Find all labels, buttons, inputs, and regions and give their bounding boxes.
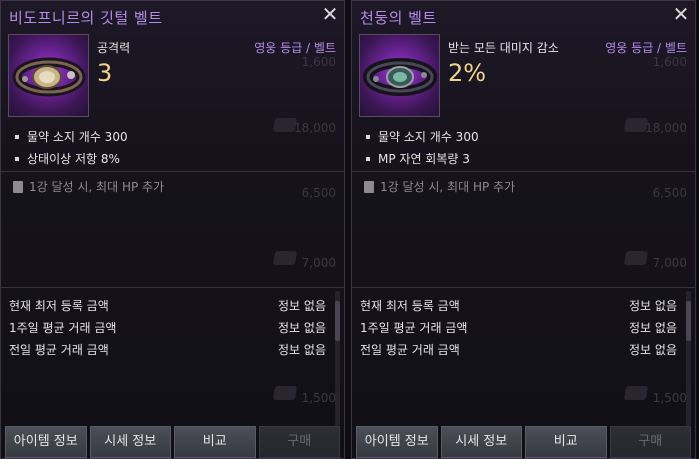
option-item: 물약 소지 개수 300 [13, 129, 128, 151]
background-price: 1,600 [652, 55, 687, 69]
item-info-button[interactable]: 아이템 정보 [356, 426, 438, 458]
scrollbar[interactable] [686, 291, 691, 426]
market-value: 정보 없음 [629, 321, 677, 335]
divider [1, 171, 344, 172]
compare-button[interactable]: 비교 [174, 426, 256, 458]
tooltip-header: 비도프니르의 깃털 벨트 ✕ [1, 1, 344, 31]
bullet-icon [15, 134, 19, 139]
item-grade: 영웅 등급 / 벨트 [254, 41, 336, 55]
background-price: 18,000 [645, 121, 687, 135]
divider [352, 171, 695, 172]
background-price: 7,000 [652, 256, 687, 270]
gem-icon [272, 251, 298, 265]
divider [1, 287, 344, 288]
buy-button[interactable]: 구매 [609, 426, 691, 458]
bullet-icon [366, 134, 370, 139]
item-title: 천둥의 벨트 [360, 9, 437, 27]
stat-value: 2% [448, 59, 487, 87]
background-price: 7,000 [301, 256, 336, 270]
market-label: 현재 최저 등록 금액 [360, 299, 460, 313]
enhance-note-text: 1강 달성 시, 최대 HP 추가 [380, 180, 516, 194]
option-text: 물약 소지 개수 300 [378, 130, 479, 144]
stat-value: 3 [97, 59, 113, 87]
item-icon-frame [359, 34, 440, 117]
enhance-icon [13, 181, 23, 193]
bullet-icon [15, 156, 19, 161]
market-info: 현재 최저 등록 금액 정보 없음 1주일 평균 거래 금액 정보 없음 전일 평균… [360, 297, 677, 363]
market-row: 전일 평균 거래 금액 정보 없음 [360, 341, 677, 363]
background-price: 18,000 [294, 121, 336, 135]
gem-icon [623, 118, 649, 132]
background-price: 1,600 [301, 55, 336, 69]
market-row: 현재 최저 등록 금액 정보 없음 [360, 297, 677, 319]
item-tooltip-panel-left: 1,600 18,000 6,500 7,000 1,500 비도프니르의 깃털… [0, 0, 345, 459]
market-label: 전일 평균 거래 금액 [360, 343, 460, 357]
buy-button[interactable]: 구매 [258, 426, 340, 458]
scroll-thumb[interactable] [335, 301, 340, 341]
background-price: 1,500 [301, 391, 336, 405]
bullet-icon [366, 156, 370, 161]
close-icon[interactable]: ✕ [671, 4, 691, 24]
button-bar: 아이템 정보 시세 정보 비교 구매 [352, 426, 695, 458]
market-label: 1주일 평균 거래 금액 [360, 321, 468, 335]
option-item: 물약 소지 개수 300 [364, 129, 479, 151]
option-item: MP 자연 회복량 3 [364, 151, 479, 173]
background-price-list: 1,600 18,000 6,500 7,000 1,500 [567, 41, 687, 421]
market-row: 1주일 평균 거래 금액 정보 없음 [9, 319, 326, 341]
gem-icon [623, 386, 649, 400]
option-text: 상태이상 저항 8% [27, 152, 120, 166]
market-value: 정보 없음 [278, 299, 326, 313]
price-info-button[interactable]: 시세 정보 [89, 426, 171, 458]
option-text: 물약 소지 개수 300 [27, 130, 128, 144]
market-value: 정보 없음 [278, 343, 326, 357]
enhance-note: 1강 달성 시, 최대 HP 추가 [364, 178, 515, 195]
compare-button[interactable]: 비교 [525, 426, 607, 458]
market-value: 정보 없음 [278, 321, 326, 335]
item-title: 비도프니르의 깃털 벨트 [9, 9, 163, 27]
scrollbar[interactable] [335, 291, 340, 426]
divider [352, 287, 695, 288]
gem-icon [623, 251, 649, 265]
enhance-icon [364, 181, 374, 193]
button-bar: 아이템 정보 시세 정보 비교 구매 [1, 426, 344, 458]
close-icon[interactable]: ✕ [320, 4, 340, 24]
belt-icon [363, 58, 437, 96]
background-price: 1,500 [652, 391, 687, 405]
item-tooltip-panel-right: 1,600 18,000 6,500 7,000 1,500 천둥의 벨트 ✕ … [351, 0, 696, 459]
market-row: 현재 최저 등록 금액 정보 없음 [9, 297, 326, 319]
market-label: 전일 평균 거래 금액 [9, 343, 109, 357]
gem-icon [272, 386, 298, 400]
belt-icon [12, 57, 86, 97]
market-row: 전일 평균 거래 금액 정보 없음 [9, 341, 326, 363]
item-info-button[interactable]: 아이템 정보 [5, 426, 87, 458]
tooltip-header: 천둥의 벨트 ✕ [352, 1, 695, 31]
background-price: 6,500 [301, 186, 336, 200]
option-list: 물약 소지 개수 300 MP 자연 회복량 3 [364, 129, 479, 173]
market-value: 정보 없음 [629, 299, 677, 313]
background-price: 6,500 [652, 186, 687, 200]
option-item: 상태이상 저항 8% [13, 151, 128, 173]
stat-label: 공격력 [97, 41, 131, 55]
market-info: 현재 최저 등록 금액 정보 없음 1주일 평균 거래 금액 정보 없음 전일 평균… [9, 297, 326, 363]
stat-label: 받는 모든 대미지 감소 [448, 41, 559, 55]
option-text: MP 자연 회복량 3 [378, 152, 470, 166]
market-label: 1주일 평균 거래 금액 [9, 321, 117, 335]
gem-icon [272, 118, 298, 132]
item-icon-frame [8, 34, 89, 117]
enhance-note: 1강 달성 시, 최대 HP 추가 [13, 178, 164, 195]
option-list: 물약 소지 개수 300 상태이상 저항 8% [13, 129, 128, 173]
scroll-thumb[interactable] [686, 301, 691, 341]
market-value: 정보 없음 [629, 343, 677, 357]
price-info-button[interactable]: 시세 정보 [440, 426, 522, 458]
background-price-list: 1,600 18,000 6,500 7,000 1,500 [216, 41, 336, 421]
enhance-note-text: 1강 달성 시, 최대 HP 추가 [29, 180, 165, 194]
market-label: 현재 최저 등록 금액 [9, 299, 109, 313]
item-grade: 영웅 등급 / 벨트 [605, 41, 687, 55]
market-row: 1주일 평균 거래 금액 정보 없음 [360, 319, 677, 341]
